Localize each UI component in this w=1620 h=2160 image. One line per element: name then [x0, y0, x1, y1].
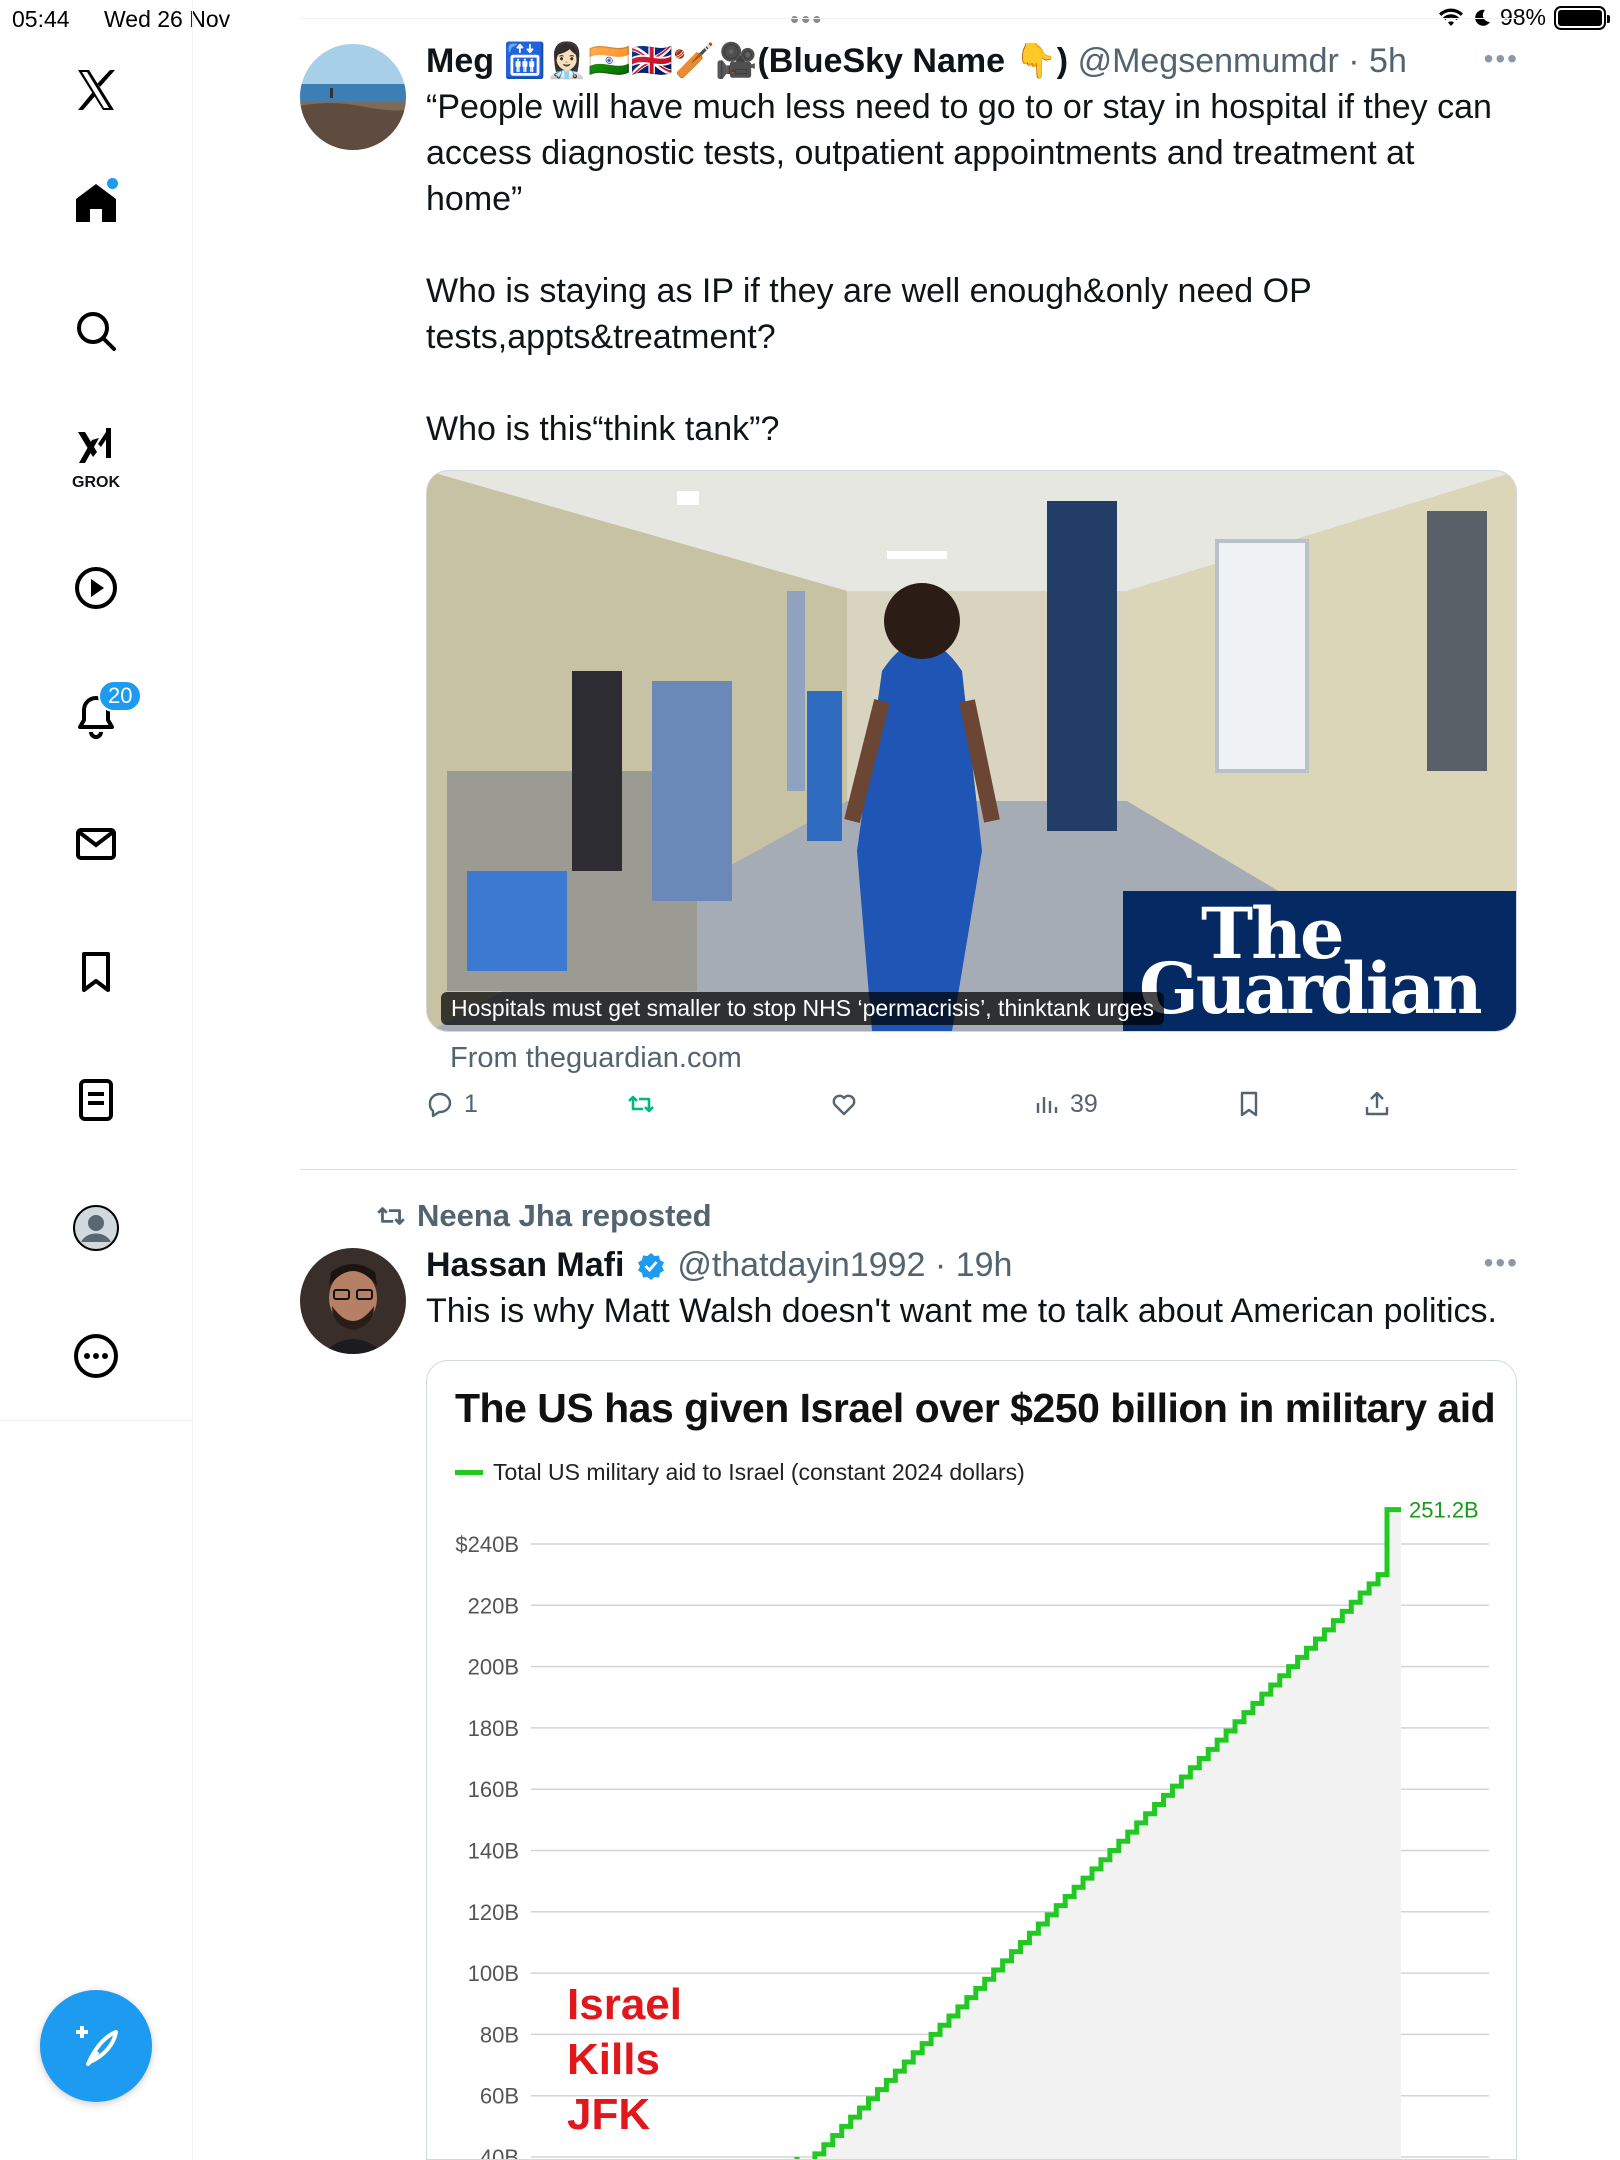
- home-icon[interactable]: [60, 166, 132, 238]
- tweet-divider: [300, 1169, 1517, 1170]
- views-icon: [1036, 1097, 1058, 1113]
- x-logo-icon[interactable]: [60, 54, 132, 126]
- home-unread-dot: [107, 178, 118, 189]
- profile-icon[interactable]: [60, 1192, 132, 1264]
- separator-dot: ·: [1338, 42, 1370, 80]
- separator-dot: ·: [925, 1246, 956, 1284]
- heart-icon: [832, 1094, 856, 1116]
- battery-icon: [1554, 5, 1610, 30]
- tweet-header: Meg 🛗👩🏻‍⚕️🇮🇳🇬🇧🏏🎥(BlueSky Name 👇) @Megsen…: [426, 40, 1517, 82]
- y-tick-label: 200B: [468, 1655, 519, 1680]
- chart-annotation-line: JFK: [567, 2090, 650, 2139]
- tweet-header: Hassan Mafi @thatdayin1992 · 19h •••: [426, 1244, 1517, 1286]
- repost-indicator[interactable]: Neena Jha reposted: [375, 1198, 712, 1234]
- series-area: [797, 1509, 1401, 2159]
- feed-top-divider: [300, 18, 1517, 19]
- y-tick-label: 180B: [468, 1716, 519, 1741]
- chart-image[interactable]: The US has given Israel over $250 billio…: [426, 1360, 1517, 2160]
- more-icon[interactable]: [60, 1320, 132, 1392]
- y-tick-label: 80B: [480, 2022, 519, 2047]
- card-caption: Hospitals must get smaller to stop NHS ‘…: [441, 992, 1165, 1025]
- y-tick-label: 60B: [480, 2084, 519, 2109]
- end-value-label: 251.2B: [1409, 1498, 1479, 1523]
- timestamp[interactable]: 5h: [1369, 42, 1407, 80]
- notifications-icon[interactable]: 20: [60, 680, 143, 752]
- y-tick-label: 120B: [468, 1900, 519, 1925]
- views-count: 39: [1070, 1089, 1098, 1118]
- share-button[interactable]: [1362, 1089, 1392, 1119]
- avatar[interactable]: [300, 1248, 406, 1354]
- video-icon[interactable]: [60, 552, 132, 624]
- lists-icon[interactable]: [60, 1064, 132, 1136]
- compose-button[interactable]: [40, 1990, 152, 2102]
- tweet-text: This is why Matt Walsh doesn't want me t…: [426, 1292, 1497, 1330]
- logo-line-2: Guardian: [1139, 947, 1483, 1030]
- views-button[interactable]: 39: [1032, 1089, 1098, 1119]
- multitask-dots-icon[interactable]: •••: [790, 4, 823, 35]
- retweet-icon: [628, 1095, 654, 1113]
- chart-annotation-line: Israel: [567, 1980, 682, 2029]
- reposted-by: Neena Jha reposted: [417, 1198, 712, 1233]
- reply-icon: [428, 1092, 452, 1118]
- handle[interactable]: @Megsenmumdr: [1078, 42, 1339, 80]
- y-tick-label: 40B: [480, 2145, 519, 2160]
- share-icon: [1365, 1091, 1389, 1116]
- compose-icon: [76, 2026, 118, 2066]
- bookmark-icon: [1240, 1091, 1258, 1117]
- sidebar: GROK 20: [0, 0, 193, 2160]
- reply-button[interactable]: 1: [426, 1089, 478, 1119]
- status-bar: 05:44 Wed 26 Nov ••• 98%: [0, 0, 1620, 40]
- tweet-actions: 1 39: [426, 1089, 1517, 1139]
- bookmarks-icon[interactable]: [60, 936, 132, 1008]
- handle[interactable]: @thatdayin1992: [677, 1246, 925, 1284]
- chart-plot: $240B 220B 200B 180B 160B 140B 120B 100B 80B 60B 4…: [455, 1498, 1489, 2160]
- y-tick-label: 160B: [468, 1777, 519, 1802]
- sidebar-separator: [0, 1420, 193, 1421]
- link-card[interactable]: The Guardian Hospitals must get smaller …: [426, 470, 1517, 1032]
- y-tick-label: 220B: [468, 1593, 519, 1618]
- y-tick-label: 100B: [468, 1961, 519, 1986]
- messages-icon[interactable]: [60, 808, 132, 880]
- tweet-text: “People will have much less need to go t…: [426, 88, 1492, 448]
- bookmark-button[interactable]: [1234, 1089, 1264, 1119]
- more-options-icon[interactable]: •••: [1484, 38, 1519, 80]
- notifications-badge: 20: [98, 680, 143, 712]
- search-icon[interactable]: [60, 295, 132, 367]
- y-tick-label: 140B: [468, 1839, 519, 1864]
- chart-annotation-line: Kills: [567, 2035, 660, 2084]
- avatar[interactable]: [300, 44, 406, 150]
- grok-icon[interactable]: GROK: [60, 420, 132, 492]
- reply-count: 1: [464, 1089, 478, 1118]
- more-options-icon[interactable]: •••: [1484, 1242, 1519, 1284]
- verified-badge-icon: [637, 1253, 664, 1280]
- grok-label: GROK: [72, 474, 120, 491]
- timestamp[interactable]: 19h: [956, 1246, 1013, 1284]
- display-name[interactable]: Meg 🛗👩🏻‍⚕️🇮🇳🇬🇧🏏🎥(BlueSky Name 👇): [426, 42, 1068, 80]
- y-tick-label: $240B: [455, 1532, 519, 1557]
- retweet-icon: [377, 1207, 405, 1225]
- retweet-button[interactable]: [626, 1089, 656, 1119]
- like-button[interactable]: [829, 1089, 859, 1119]
- guardian-logo: The Guardian: [1123, 891, 1516, 1031]
- display-name[interactable]: Hassan Mafi: [426, 1246, 624, 1284]
- card-source[interactable]: From theguardian.com: [450, 1042, 1517, 1075]
